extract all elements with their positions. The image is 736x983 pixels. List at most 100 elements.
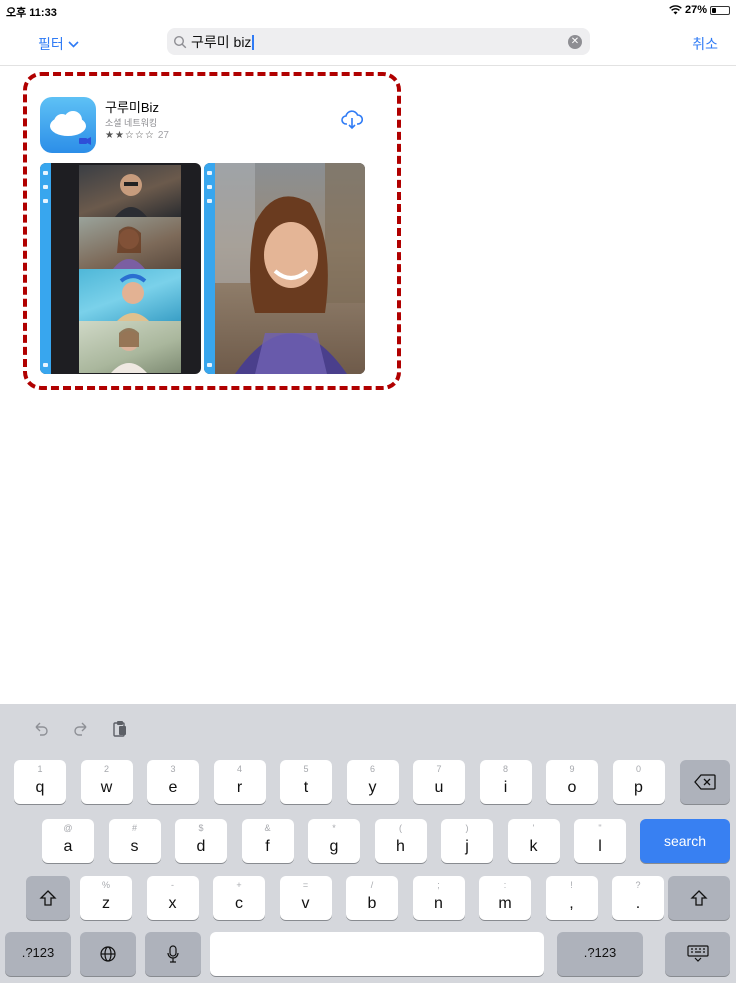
filter-button[interactable]: 필터 [38,34,79,54]
key-label: g [329,838,339,855]
key-label: f [265,838,270,855]
key-i[interactable]: 8i [479,760,532,804]
key-label: n [434,895,443,912]
key-alt-label: : [503,880,507,890]
rating-count: 27 [157,130,169,141]
numbers-key-left[interactable]: .?123 [5,932,71,976]
keyboard-dismiss-icon [686,945,709,962]
space-key[interactable] [210,932,544,976]
cancel-button[interactable]: 취소 [692,34,718,54]
key-alt-label: ? [635,880,641,890]
dismiss-keyboard-key[interactable] [665,932,730,976]
key-v[interactable]: = v [279,876,332,920]
app-category: 소셜 네트워킹 [105,118,158,128]
key-alt-label: % [101,880,110,890]
key-w[interactable]: 2w [80,760,133,804]
key-.[interactable]: ?. [612,876,664,920]
video-feed [215,163,365,374]
filter-label: 필터 [38,36,64,52]
shift-key-right[interactable] [668,876,730,920]
key-label: . [635,895,641,912]
key-label: z [102,895,110,912]
key-b[interactable]: / b [346,876,398,920]
key-label: v [301,895,310,912]
microphone-icon [167,945,179,963]
key-label: b [367,895,377,912]
undo-icon[interactable] [32,720,50,738]
key-label: d [196,838,206,855]
battery-percent: 27% [684,4,707,16]
key-l[interactable]: " l [574,819,626,863]
key-e[interactable]: 3e [147,760,199,804]
search-field[interactable]: 구루미 biz ✕ [167,28,590,55]
key-label: c [235,895,243,912]
key-alt-label: 3 [170,764,176,774]
key-o[interactable]: 9o [546,760,598,804]
key-alt-label: ' [532,823,535,833]
globe-key[interactable] [80,932,136,976]
key-y[interactable]: 6y [346,760,399,804]
key-h[interactable]: (h [374,819,427,863]
backspace-key[interactable] [680,760,730,804]
cloud-download-icon[interactable] [341,110,363,130]
key-a[interactable]: @ a [42,819,94,863]
key-alt-label: $ [198,823,204,833]
key-alt-label: 2 [103,764,109,774]
key-m[interactable]: :m [479,876,531,920]
clear-icon[interactable]: ✕ [568,35,582,49]
paste-icon[interactable] [111,720,129,738]
key-alt-label: / [370,880,374,890]
key-q[interactable]: 1q [14,760,66,804]
key-c[interactable]: + c [213,876,265,920]
key-alt-label: ) [465,823,469,833]
key-f[interactable]: & f [241,819,294,863]
key-label: j [465,838,469,855]
status-right: 27% [669,4,730,16]
key-label: e [168,779,178,796]
app-name[interactable]: 구루미Biz [105,97,159,116]
key-d[interactable]: $ d [175,819,227,863]
app-result-card[interactable]: 구루미Biz 소셜 네트워킹 ★★☆☆☆ 27 [23,72,401,390]
app-screenshot-1[interactable] [40,163,201,374]
key-,[interactable]: !, [545,876,598,920]
key-alt-label: * [332,823,336,833]
key-label: , [569,895,574,912]
search-header: 필터 구루미 biz ✕ 취소 [0,20,736,66]
key-r[interactable]: 4r [213,760,266,804]
key-alt-label: - [171,880,174,890]
redo-icon[interactable] [72,720,90,738]
screenshot-sidebar [40,163,51,374]
key-label: k [529,838,538,855]
key-j[interactable]: ) j [441,819,493,863]
key-alt-label: + [236,880,242,890]
key-alt-label: & [264,823,271,833]
app-icon[interactable] [40,97,96,153]
app-screenshot-2[interactable] [204,163,365,374]
key-alt-label: @ [63,823,73,833]
video-tile [79,321,181,373]
key-alt-label: 5 [303,764,309,774]
key-s[interactable]: # s [108,819,161,863]
key-z[interactable]: % z [80,876,132,920]
key-t[interactable]: 5t [280,760,332,804]
key-alt-label: ; [437,880,440,890]
key-x[interactable]: -x [146,876,199,920]
search-key[interactable]: search [640,819,730,863]
key-label: l [598,838,602,855]
search-input[interactable]: 구루미 biz [191,32,255,52]
key-u[interactable]: 7u [413,760,465,804]
numbers-key-right[interactable]: .?123 [557,932,643,976]
key-alt-label: 7 [436,764,442,774]
key-label: t [303,779,309,796]
key-g[interactable]: * g [308,819,360,863]
key-alt-label: # [131,823,137,833]
key-k[interactable]: ' k [507,819,560,863]
key-alt-label: 9 [569,764,575,774]
key-p[interactable]: 0p [612,760,665,804]
dictation-key[interactable] [145,932,201,976]
key-alt-label: ( [399,823,402,833]
key-n[interactable]: ; n [412,876,465,920]
shift-key-left[interactable] [26,876,70,920]
key-alt-label: 0 [635,764,641,774]
chevron-down-icon [68,40,79,48]
